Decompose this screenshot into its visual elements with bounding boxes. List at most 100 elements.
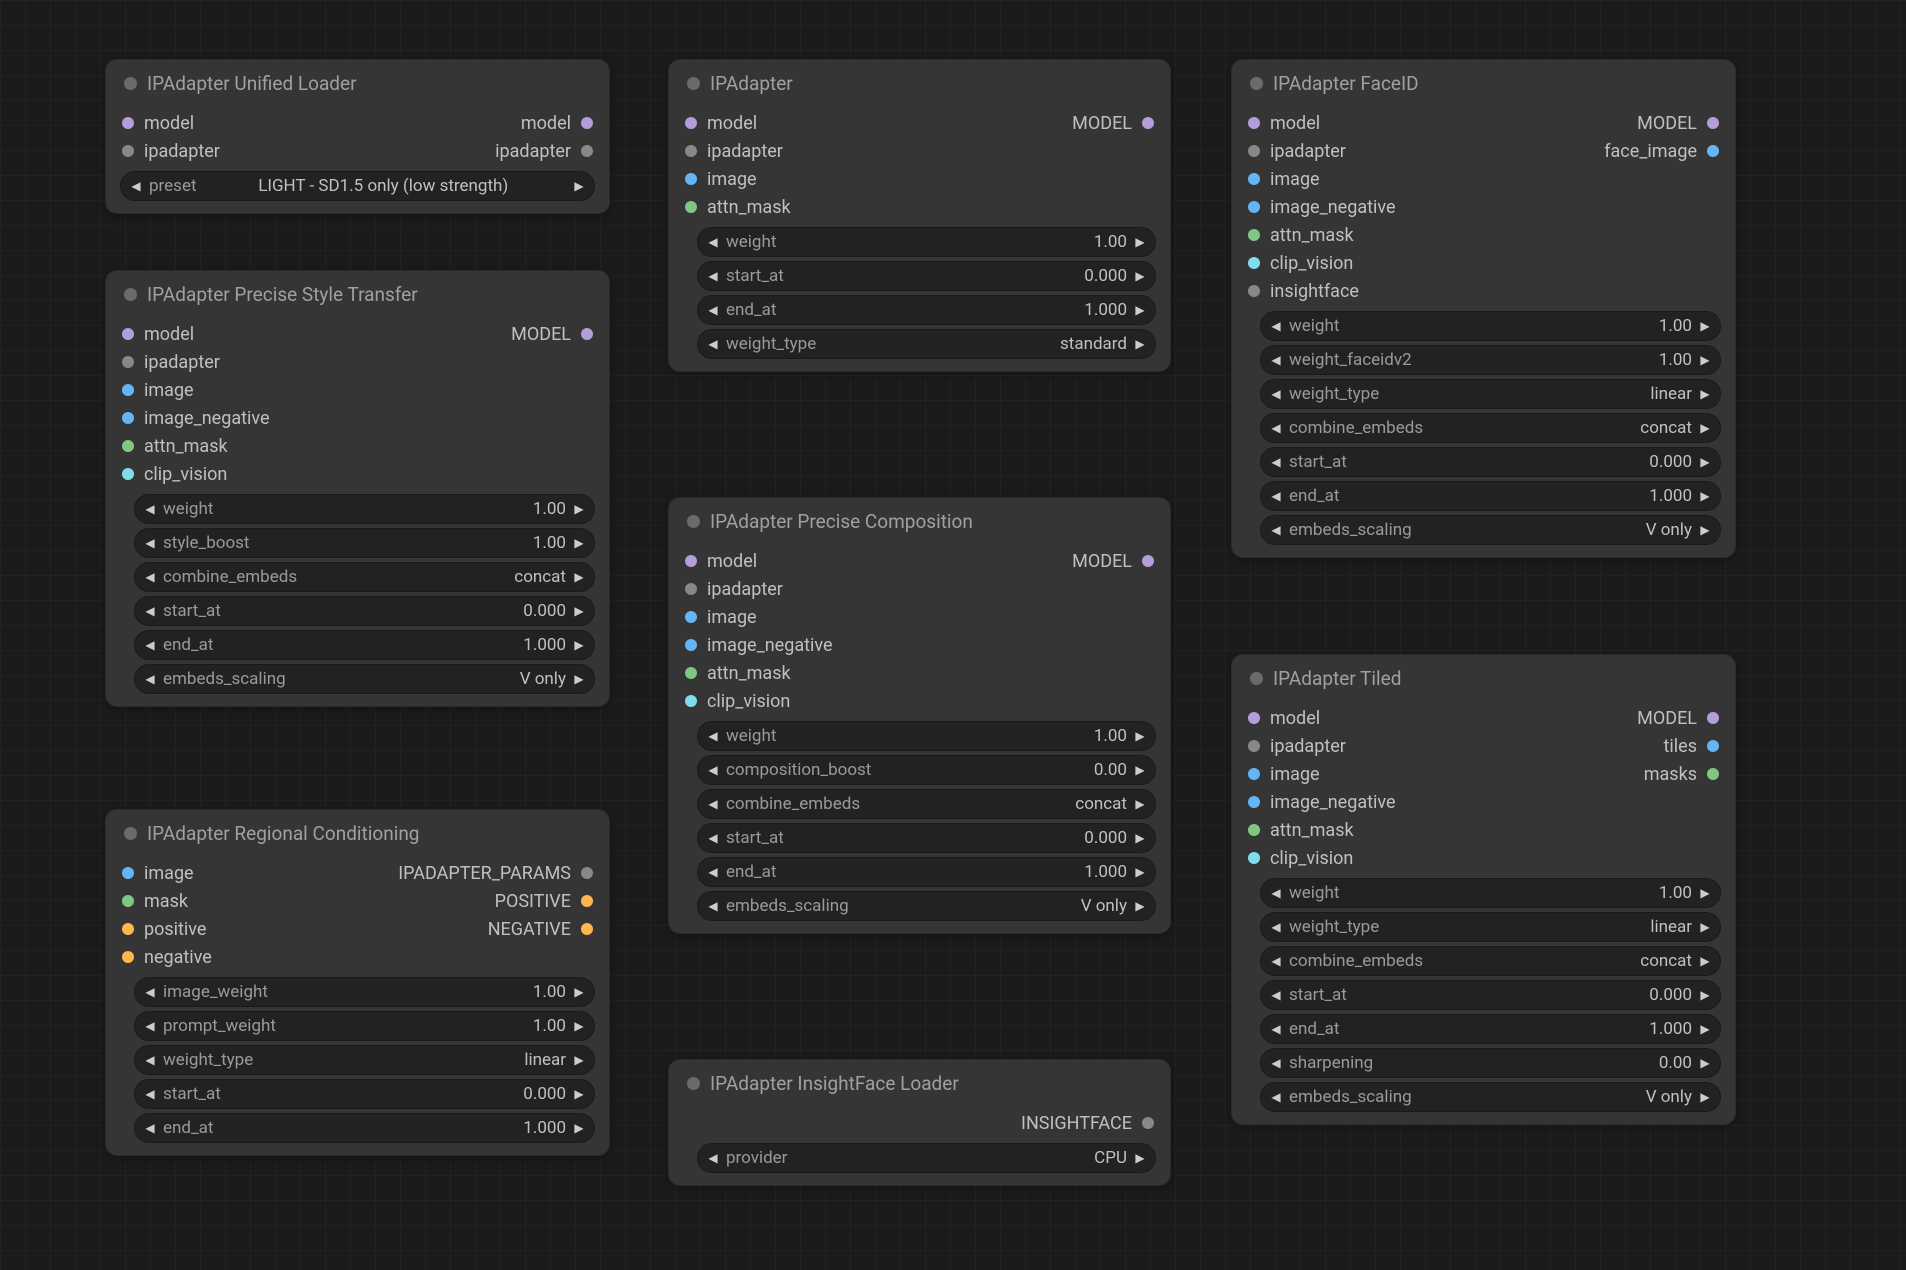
input-port-attn-mask[interactable]: attn_mask: [1248, 820, 1354, 841]
widget-end-at[interactable]: ◀end_at1.000▶: [1260, 481, 1721, 511]
input-port-ipadapter[interactable]: ipadapter: [685, 141, 783, 162]
widget-weight[interactable]: ◀weight1.00▶: [1260, 878, 1721, 908]
arrow-right-icon[interactable]: ▶: [1131, 899, 1149, 913]
arrow-right-icon[interactable]: ▶: [570, 672, 588, 686]
output-port-model[interactable]: model: [521, 113, 593, 134]
widget-combine-embeds[interactable]: ◀combine_embedsconcat▶: [1260, 413, 1721, 443]
arrow-right-icon[interactable]: ▶: [570, 638, 588, 652]
node-ipadapter-unified-loader[interactable]: IPAdapter Unified Loader model model ipa…: [105, 59, 610, 214]
arrow-left-icon[interactable]: ◀: [141, 604, 159, 618]
arrow-right-icon[interactable]: ▶: [570, 985, 588, 999]
input-port-model[interactable]: model: [1248, 708, 1320, 729]
arrow-right-icon[interactable]: ▶: [570, 179, 588, 193]
arrow-right-icon[interactable]: ▶: [1696, 353, 1714, 367]
node-title-bar[interactable]: IPAdapter Precise Style Transfer: [106, 271, 609, 316]
input-port-model[interactable]: model: [122, 113, 194, 134]
output-port-model[interactable]: MODEL: [511, 324, 593, 345]
node-title-bar[interactable]: IPAdapter FaceID: [1232, 60, 1735, 105]
input-port-image-negative[interactable]: image_negative: [1248, 197, 1396, 218]
arrow-left-icon[interactable]: ◀: [704, 235, 722, 249]
widget-weight-faceidv2[interactable]: ◀weight_faceidv21.00▶: [1260, 345, 1721, 375]
arrow-left-icon[interactable]: ◀: [1267, 523, 1285, 537]
collapse-dot-icon[interactable]: [687, 1077, 700, 1090]
widget-combine-embeds[interactable]: ◀combine_embedsconcat▶: [697, 789, 1156, 819]
widget-end-at[interactable]: ◀end_at1.000▶: [1260, 1014, 1721, 1044]
arrow-left-icon[interactable]: ◀: [1267, 353, 1285, 367]
arrow-right-icon[interactable]: ▶: [1696, 319, 1714, 333]
node-title-bar[interactable]: IPAdapter: [669, 60, 1170, 105]
output-port-positive[interactable]: POSITIVE: [495, 891, 593, 912]
output-port-ipadapter[interactable]: ipadapter: [495, 141, 593, 162]
arrow-right-icon[interactable]: ▶: [1131, 337, 1149, 351]
widget-composition-boost[interactable]: ◀composition_boost0.00▶: [697, 755, 1156, 785]
arrow-right-icon[interactable]: ▶: [570, 1019, 588, 1033]
output-port-insightface[interactable]: INSIGHTFACE: [1021, 1113, 1154, 1134]
arrow-right-icon[interactable]: ▶: [1696, 1022, 1714, 1036]
arrow-right-icon[interactable]: ▶: [1696, 886, 1714, 900]
arrow-right-icon[interactable]: ▶: [570, 1121, 588, 1135]
widget-start-at[interactable]: ◀start_at0.000▶: [697, 261, 1156, 291]
widget-preset[interactable]: ◀ preset LIGHT - SD1.5 only (low strengt…: [120, 171, 595, 201]
arrow-right-icon[interactable]: ▶: [1131, 729, 1149, 743]
collapse-dot-icon[interactable]: [124, 77, 137, 90]
arrow-right-icon[interactable]: ▶: [570, 536, 588, 550]
input-port-positive[interactable]: positive: [122, 919, 206, 940]
widget-image-weight[interactable]: ◀image_weight1.00▶: [134, 977, 595, 1007]
arrow-left-icon[interactable]: ◀: [1267, 319, 1285, 333]
widget-embeds-scaling[interactable]: ◀embeds_scalingV only▶: [1260, 1082, 1721, 1112]
collapse-dot-icon[interactable]: [124, 288, 137, 301]
input-port-image-negative[interactable]: image_negative: [685, 635, 833, 656]
input-port-image[interactable]: image: [685, 169, 757, 190]
widget-start-at[interactable]: ◀start_at0.000▶: [1260, 980, 1721, 1010]
widget-weight[interactable]: ◀weight1.00▶: [697, 227, 1156, 257]
node-title-bar[interactable]: IPAdapter Tiled: [1232, 655, 1735, 700]
output-port-model[interactable]: MODEL: [1072, 113, 1154, 134]
widget-embeds-scaling[interactable]: ◀embeds_scalingV only▶: [1260, 515, 1721, 545]
node-ipadapter-tiled[interactable]: IPAdapter Tiled model MODEL ipadapter ti…: [1231, 654, 1736, 1125]
arrow-right-icon[interactable]: ▶: [1131, 797, 1149, 811]
input-port-clip-vision[interactable]: clip_vision: [1248, 848, 1353, 869]
arrow-right-icon[interactable]: ▶: [1696, 1056, 1714, 1070]
input-port-clip-vision[interactable]: clip_vision: [685, 691, 790, 712]
node-ipadapter-precise-style-transfer[interactable]: IPAdapter Precise Style Transfer model M…: [105, 270, 610, 707]
node-ipadapter-insightface-loader[interactable]: IPAdapter InsightFace Loader INSIGHTFACE…: [668, 1059, 1171, 1186]
arrow-right-icon[interactable]: ▶: [1696, 1090, 1714, 1104]
arrow-right-icon[interactable]: ▶: [1131, 831, 1149, 845]
collapse-dot-icon[interactable]: [687, 515, 700, 528]
output-port-model[interactable]: MODEL: [1072, 551, 1154, 572]
widget-start-at[interactable]: ◀start_at0.000▶: [134, 596, 595, 626]
arrow-left-icon[interactable]: ◀: [141, 1053, 159, 1067]
arrow-left-icon[interactable]: ◀: [1267, 1022, 1285, 1036]
input-port-insightface[interactable]: insightface: [1248, 281, 1359, 302]
arrow-left-icon[interactable]: ◀: [704, 865, 722, 879]
widget-embeds-scaling[interactable]: ◀embeds_scalingV only▶: [134, 664, 595, 694]
output-port-tiles[interactable]: tiles: [1664, 736, 1719, 757]
arrow-right-icon[interactable]: ▶: [1131, 1151, 1149, 1165]
node-title-bar[interactable]: IPAdapter Regional Conditioning: [106, 810, 609, 855]
arrow-right-icon[interactable]: ▶: [570, 1087, 588, 1101]
widget-weight-type[interactable]: ◀weight_typestandard▶: [697, 329, 1156, 359]
input-port-negative[interactable]: negative: [122, 947, 212, 968]
input-port-mask[interactable]: mask: [122, 891, 188, 912]
arrow-left-icon[interactable]: ◀: [141, 672, 159, 686]
input-port-model[interactable]: model: [1248, 113, 1320, 134]
input-port-model[interactable]: model: [685, 551, 757, 572]
arrow-left-icon[interactable]: ◀: [704, 1151, 722, 1165]
arrow-right-icon[interactable]: ▶: [1696, 954, 1714, 968]
arrow-left-icon[interactable]: ◀: [1267, 1090, 1285, 1104]
collapse-dot-icon[interactable]: [124, 827, 137, 840]
node-title-bar[interactable]: IPAdapter Unified Loader: [106, 60, 609, 105]
arrow-right-icon[interactable]: ▶: [1131, 763, 1149, 777]
arrow-left-icon[interactable]: ◀: [704, 797, 722, 811]
arrow-right-icon[interactable]: ▶: [1131, 865, 1149, 879]
widget-weight[interactable]: ◀weight1.00▶: [1260, 311, 1721, 341]
arrow-left-icon[interactable]: ◀: [1267, 421, 1285, 435]
input-port-image[interactable]: image: [1248, 169, 1320, 190]
arrow-left-icon[interactable]: ◀: [704, 303, 722, 317]
input-port-ipadapter[interactable]: ipadapter: [1248, 141, 1346, 162]
node-ipadapter-faceid[interactable]: IPAdapter FaceID model MODEL ipadapter f…: [1231, 59, 1736, 558]
arrow-left-icon[interactable]: ◀: [141, 638, 159, 652]
output-port-face-image[interactable]: face_image: [1604, 141, 1719, 162]
widget-weight-type[interactable]: ◀weight_typelinear▶: [134, 1045, 595, 1075]
input-port-attn-mask[interactable]: attn_mask: [685, 663, 791, 684]
